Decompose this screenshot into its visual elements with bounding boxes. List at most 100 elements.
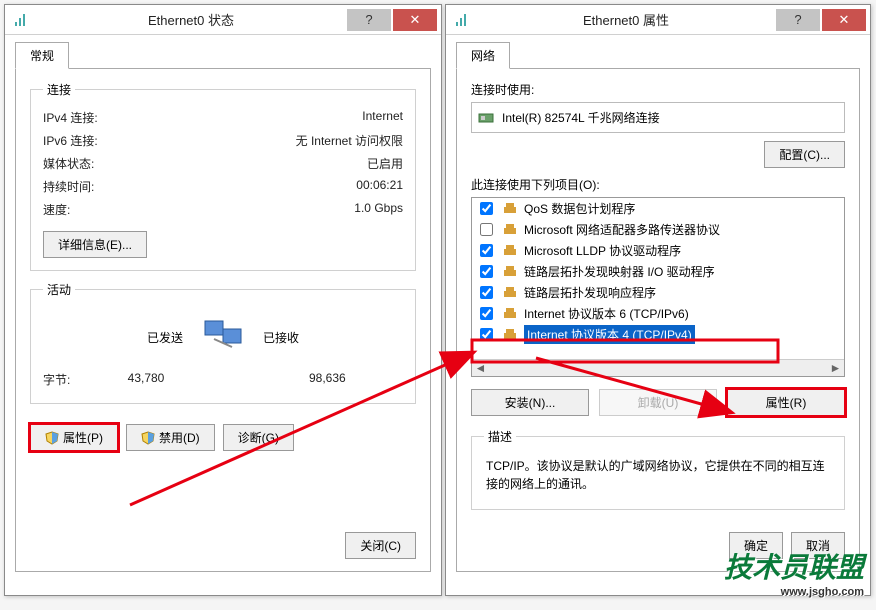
speed-row: 速度: 1.0 Gbps <box>43 198 403 221</box>
bytes-sent: 43,780 <box>70 371 221 388</box>
item-checkbox[interactable] <box>480 307 493 320</box>
scroll-left-icon[interactable]: ◄ <box>472 360 489 376</box>
properties-button[interactable]: 属性(P) <box>30 424 118 451</box>
adapter-name: Intel(R) 82574L 千兆网络连接 <box>502 109 660 126</box>
ipv6-label: IPv6 连接: <box>43 132 98 149</box>
status-window: Ethernet0 状态 ? ✕ 常规 连接 IPv4 连接: Internet … <box>4 4 442 596</box>
signal-icon <box>454 12 470 28</box>
shield-icon <box>45 431 59 445</box>
item-label: Microsoft LLDP 协议驱动程序 <box>524 242 681 259</box>
help-button[interactable]: ? <box>776 9 820 31</box>
component-buttons: 安装(N)... 卸载(U) 属性(R) <box>471 389 845 416</box>
close-icon[interactable]: ✕ <box>822 9 866 31</box>
ipv6-value: 无 Internet 访问权限 <box>296 132 403 149</box>
item-checkbox[interactable] <box>480 223 493 236</box>
scroll-right-icon[interactable]: ► <box>827 360 844 376</box>
list-item[interactable]: Internet 协议版本 6 (TCP/IPv6) <box>472 303 844 324</box>
bottom-buttons: 属性(P) 禁用(D) 诊断(G) <box>30 424 416 451</box>
install-button[interactable]: 安装(N)... <box>471 389 589 416</box>
disable-label: 禁用(D) <box>159 429 200 446</box>
activity-header: 已发送 已接收 <box>43 312 403 362</box>
list-item[interactable]: Internet 协议版本 4 (TCP/IPv4) <box>472 324 844 345</box>
item-properties-button[interactable]: 属性(R) <box>727 389 845 416</box>
tab-body: 连接 IPv4 连接: Internet IPv6 连接: 无 Internet 访… <box>15 68 431 572</box>
titlebar: Ethernet0 状态 ? ✕ <box>5 5 441 35</box>
tab-body: 连接时使用: Intel(R) 82574L 千兆网络连接 配置(C)... 此… <box>456 68 860 572</box>
item-checkbox[interactable] <box>480 202 493 215</box>
media-value: 已启用 <box>367 155 403 172</box>
item-checkbox[interactable] <box>480 328 493 341</box>
disable-button[interactable]: 禁用(D) <box>126 424 215 451</box>
description-group: 描述 TCP/IP。该协议是默认的广域网络协议，它提供在不同的相互连接的网络上的… <box>471 428 845 510</box>
adapter-box: Intel(R) 82574L 千兆网络连接 <box>471 102 845 133</box>
protocol-icon <box>502 222 518 238</box>
network-icon <box>199 317 247 357</box>
protocol-icon <box>502 285 518 301</box>
activity-group: 活动 已发送 已接收 字节: 43,780 98,636 <box>30 281 416 404</box>
ipv4-value: Internet <box>362 109 403 126</box>
list-item[interactable]: 链路层拓扑发现映射器 I/O 驱动程序 <box>472 261 844 282</box>
duration-value: 00:06:21 <box>356 178 403 195</box>
description-legend: 描述 <box>484 428 516 445</box>
components-list[interactable]: QoS 数据包计划程序 Microsoft 网络适配器多路传送器协议 Microso… <box>471 197 845 377</box>
ipv6-row: IPv6 连接: 无 Internet 访问权限 <box>43 129 403 152</box>
ipv4-label: IPv4 连接: <box>43 109 98 126</box>
speed-label: 速度: <box>43 201 70 218</box>
protocol-icon <box>502 327 518 343</box>
media-label: 媒体状态: <box>43 155 94 172</box>
connection-group: 连接 IPv4 连接: Internet IPv6 连接: 无 Internet 访… <box>30 81 416 271</box>
recv-label: 已接收 <box>247 329 403 346</box>
item-label: QoS 数据包计划程序 <box>524 200 635 217</box>
item-label: Internet 协议版本 6 (TCP/IPv6) <box>524 305 689 322</box>
connection-legend: 连接 <box>43 81 75 98</box>
list-item[interactable]: 链路层拓扑发现响应程序 <box>472 282 844 303</box>
item-checkbox[interactable] <box>480 244 493 257</box>
list-item[interactable]: Microsoft 网络适配器多路传送器协议 <box>472 219 844 240</box>
configure-button[interactable]: 配置(C)... <box>764 141 845 168</box>
uninstall-button: 卸载(U) <box>599 389 717 416</box>
signal-icon <box>13 12 29 28</box>
protocol-icon <box>502 243 518 259</box>
watermark: 技术员联盟 www.jsgho.com <box>724 546 864 598</box>
list-item[interactable]: QoS 数据包计划程序 <box>472 198 844 219</box>
media-row: 媒体状态: 已启用 <box>43 152 403 175</box>
close-button[interactable]: 关闭(C) <box>345 532 416 559</box>
item-label: 链路层拓扑发现响应程序 <box>524 284 656 301</box>
diagnose-button[interactable]: 诊断(G) <box>223 424 294 451</box>
bytes-label: 字节: <box>43 371 70 388</box>
shield-icon <box>141 431 155 445</box>
properties-label: 属性(P) <box>63 429 103 446</box>
protocol-icon <box>502 306 518 322</box>
activity-legend: 活动 <box>43 281 75 298</box>
duration-row: 持续时间:00:06:21 <box>43 175 403 198</box>
item-checkbox[interactable] <box>480 265 493 278</box>
bytes-row: 字节: 43,780 98,636 <box>43 368 403 391</box>
uses-label: 此连接使用下列项目(O): <box>471 176 845 193</box>
item-checkbox[interactable] <box>480 286 493 299</box>
scrollbar-horizontal[interactable]: ◄ ► <box>472 359 844 376</box>
tabs: 常规 <box>5 35 441 68</box>
speed-value: 1.0 Gbps <box>354 201 403 218</box>
protocol-icon <box>502 201 518 217</box>
window-title: Ethernet0 状态 <box>37 10 345 29</box>
protocol-icon <box>502 264 518 280</box>
tab-general[interactable]: 常规 <box>15 42 69 69</box>
help-button[interactable]: ? <box>347 9 391 31</box>
item-label: Internet 协议版本 4 (TCP/IPv4) <box>524 325 695 344</box>
details-button[interactable]: 详细信息(E)... <box>43 231 147 258</box>
close-icon[interactable]: ✕ <box>393 9 437 31</box>
bytes-recv: 98,636 <box>252 371 403 388</box>
activity-icon <box>199 312 247 362</box>
titlebar: Ethernet0 属性 ? ✕ <box>446 5 870 35</box>
sent-label: 已发送 <box>43 329 199 346</box>
item-label: Microsoft 网络适配器多路传送器协议 <box>524 221 720 238</box>
list-item[interactable]: Microsoft LLDP 协议驱动程序 <box>472 240 844 261</box>
window-title: Ethernet0 属性 <box>478 10 774 29</box>
watermark-url: www.jsgho.com <box>724 586 864 598</box>
properties-window: Ethernet0 属性 ? ✕ 网络 连接时使用: Intel(R) 8257… <box>445 4 871 596</box>
tab-network[interactable]: 网络 <box>456 42 510 69</box>
item-label: 链路层拓扑发现映射器 I/O 驱动程序 <box>524 263 715 280</box>
ipv4-row: IPv4 连接: Internet <box>43 106 403 129</box>
tabs: 网络 <box>446 35 870 68</box>
nic-icon <box>478 110 494 126</box>
